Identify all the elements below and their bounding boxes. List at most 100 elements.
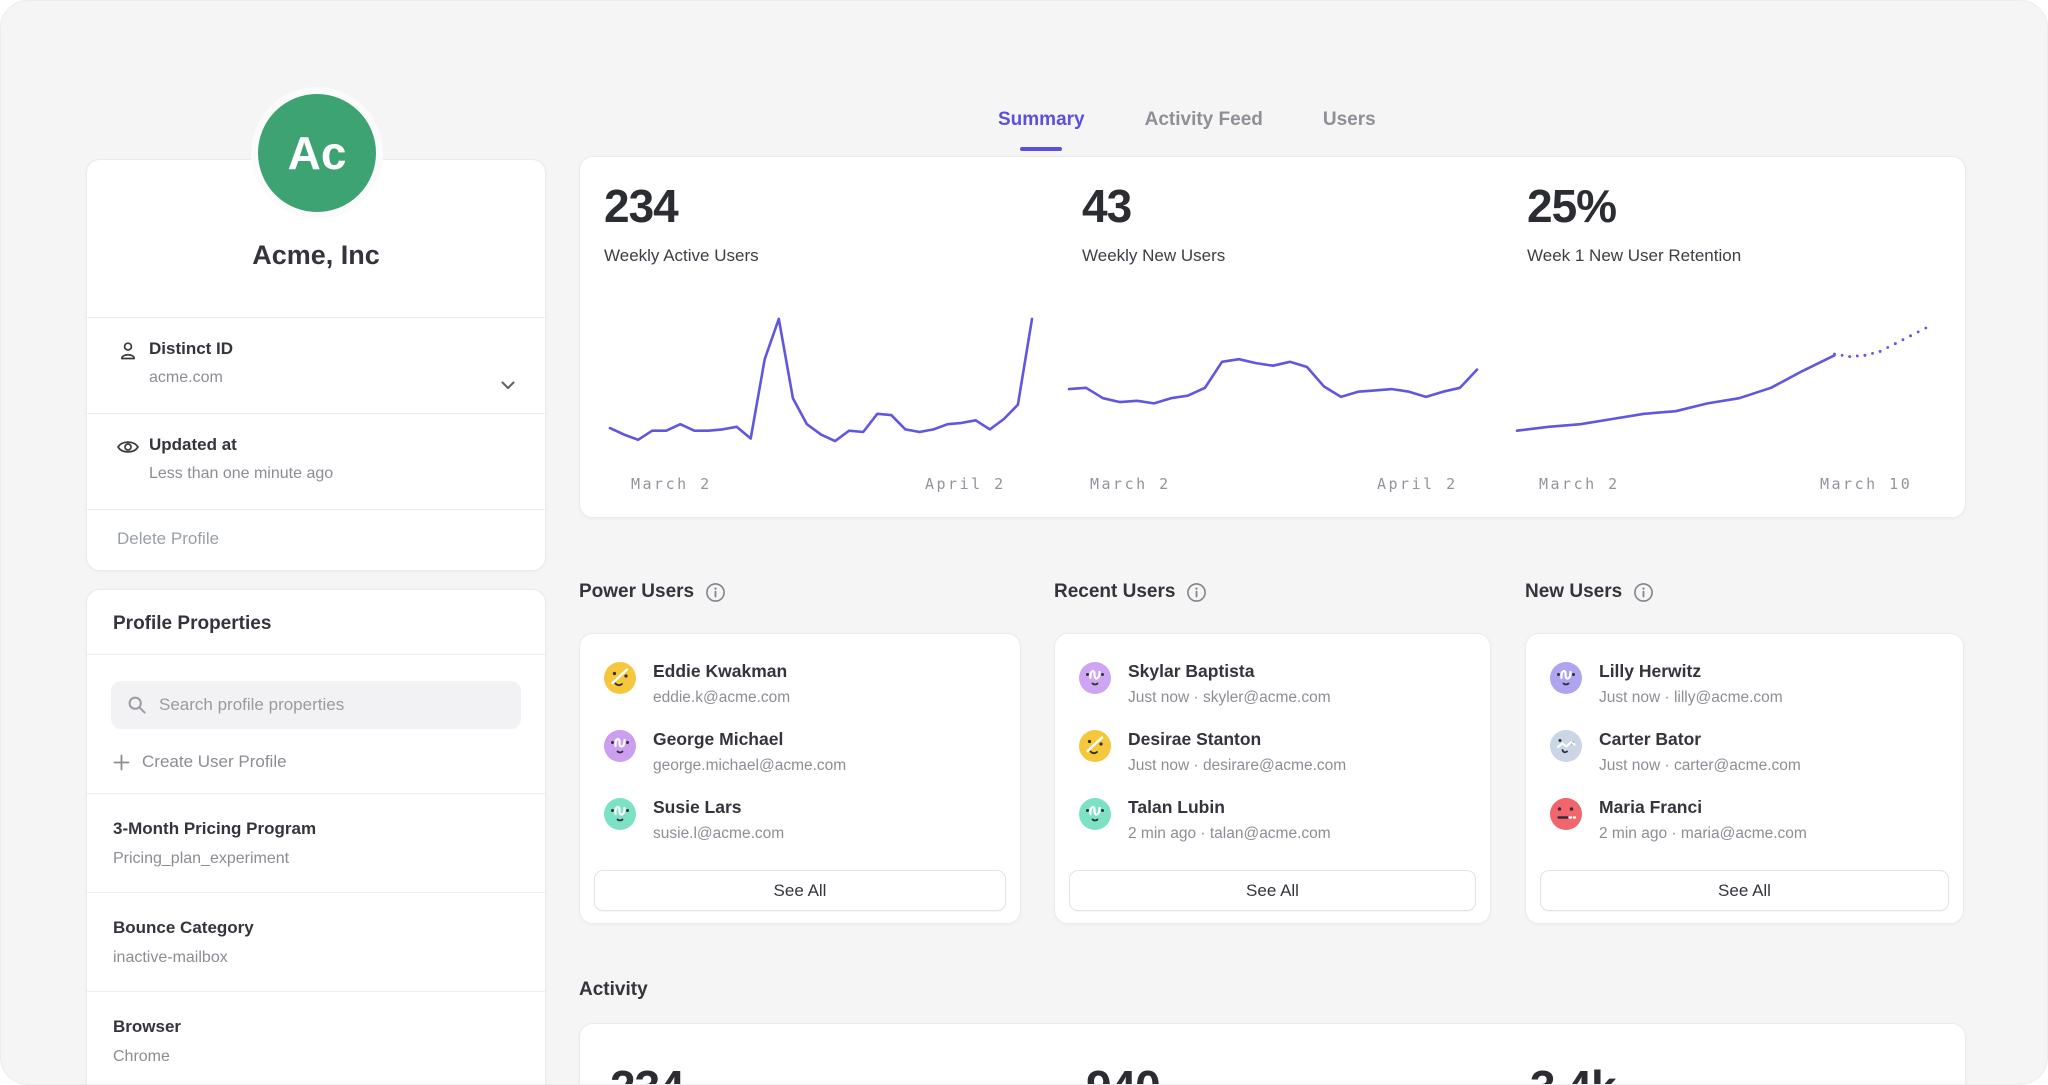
user-meta: Just now · lilly@acme.com (1599, 689, 1783, 707)
user-text: Carter Bator Just now · carter@acme.com (1599, 729, 1801, 775)
profile-card: Acme, Inc Distinct ID acme.com Updated a… (86, 159, 546, 571)
user-meta: Just now · desirare@acme.com (1128, 757, 1346, 775)
user-meta: susie.l@acme.com (653, 825, 784, 843)
user-list-item[interactable]: Maria Franci 2 min ago · maria@acme.com (1550, 797, 1939, 865)
user-text: Desirae Stanton Just now · desirare@acme… (1128, 729, 1346, 775)
user-text: Talan Lubin 2 min ago · talan@acme.com (1128, 797, 1331, 843)
user-text: Maria Franci 2 min ago · maria@acme.com (1599, 797, 1807, 843)
user-list-item[interactable]: Desirae Stanton Just now · desirare@acme… (1079, 729, 1466, 797)
user-name: Lilly Herwitz (1599, 661, 1783, 682)
user-avatar-icon (1079, 798, 1111, 830)
weekly-active-users-chart (610, 309, 1032, 449)
distinct-id-value: acme.com (149, 369, 515, 387)
user-list-card: Eddie Kwakman eddie.k@acme.com George Mi… (579, 633, 1021, 924)
stat-label: Week 1 New User Retention (1527, 246, 1741, 266)
tab-summary[interactable]: Summary (998, 109, 1085, 151)
user-list-item[interactable]: Skylar Baptista Just now · skyler@acme.c… (1079, 661, 1466, 729)
profile-properties-search[interactable] (111, 681, 521, 729)
stat-week1-retention: 25% Week 1 New User Retention (1527, 183, 1741, 266)
section-title-row: New Users (1525, 579, 1964, 605)
section-title: Recent Users (1054, 581, 1175, 603)
stat-weekly-new-users: 43 Weekly New Users (1082, 183, 1225, 266)
section-title-row: Power Users (579, 579, 1021, 605)
profile-dashboard: Ac Acme, Inc Distinct ID acme.com Update… (0, 0, 2048, 1085)
summary-stats-card: 234 Weekly Active Users 43 Weekly New Us… (579, 156, 1966, 518)
info-icon[interactable] (705, 582, 726, 603)
property-value: Chrome (113, 1048, 519, 1066)
see-all-button[interactable]: See All (594, 870, 1006, 911)
property-list: 3-Month Pricing Program Pricing_plan_exp… (87, 793, 545, 1085)
user-avatar-icon (1079, 662, 1111, 694)
property-label: Browser (113, 1017, 519, 1037)
delete-profile-button[interactable]: Delete Profile (87, 509, 545, 570)
user-list-item[interactable]: Talan Lubin 2 min ago · talan@acme.com (1079, 797, 1466, 865)
user-list-card: Skylar Baptista Just now · skyler@acme.c… (1054, 633, 1491, 924)
user-list-item[interactable]: George Michael george.michael@acme.com (604, 729, 996, 797)
stat-label: Weekly Active Users (604, 246, 759, 266)
see-all-button[interactable]: See All (1069, 870, 1476, 911)
user-text: Eddie Kwakman eddie.k@acme.com (653, 661, 790, 707)
stat-value: 234 (604, 183, 759, 229)
user-name: Eddie Kwakman (653, 661, 790, 682)
property-item[interactable]: Browser Chrome (87, 991, 545, 1085)
user-name: George Michael (653, 729, 846, 750)
stat-weekly-active-users: 234 Weekly Active Users (604, 183, 759, 266)
create-user-profile-button[interactable]: Create User Profile (113, 752, 519, 772)
user-meta: Just now · carter@acme.com (1599, 757, 1801, 775)
user-name: Skylar Baptista (1128, 661, 1331, 682)
user-name: Carter Bator (1599, 729, 1801, 750)
user-text: Skylar Baptista Just now · skyler@acme.c… (1128, 661, 1331, 707)
section-title: New Users (1525, 581, 1622, 603)
x-tick: March 2 (1090, 475, 1171, 493)
weekly-new-users-chart (1069, 309, 1477, 449)
user-meta: eddie.k@acme.com (653, 689, 790, 707)
user-text: George Michael george.michael@acme.com (653, 729, 846, 775)
user-avatar-icon (604, 662, 636, 694)
user-text: Lilly Herwitz Just now · lilly@acme.com (1599, 661, 1783, 707)
user-avatar-icon (1550, 730, 1582, 762)
stat-value: 43 (1082, 183, 1225, 229)
activity-stat: 940 (1086, 1064, 1160, 1085)
user-list-card: Lilly Herwitz Just now · lilly@acme.com … (1525, 633, 1964, 924)
user-list-item[interactable]: Carter Bator Just now · carter@acme.com (1550, 729, 1939, 797)
person-icon (115, 338, 141, 364)
user-list: Lilly Herwitz Just now · lilly@acme.com … (1526, 634, 1963, 865)
chevron-down-icon[interactable] (497, 374, 519, 396)
section-title-row: Recent Users (1054, 579, 1491, 605)
search-input[interactable] (111, 681, 521, 729)
user-meta: george.michael@acme.com (653, 757, 846, 775)
property-value: Pricing_plan_experiment (113, 850, 519, 868)
new-users-section: New Users Lilly Herwitz Just now · lilly… (1525, 579, 1964, 924)
x-tick: March 2 (1539, 475, 1620, 493)
distinct-id-row: Distinct ID acme.com (87, 317, 545, 413)
org-avatar: Ac (251, 87, 383, 219)
user-name: Desirae Stanton (1128, 729, 1346, 750)
tab-activity-feed[interactable]: Activity Feed (1145, 109, 1263, 151)
user-meta: Just now · skyler@acme.com (1128, 689, 1331, 707)
activity-card: 234 940 3.4k (579, 1023, 1966, 1085)
plus-icon (113, 754, 130, 771)
eye-icon (115, 434, 141, 460)
property-item[interactable]: 3-Month Pricing Program Pricing_plan_exp… (87, 793, 545, 892)
info-icon[interactable] (1186, 582, 1207, 603)
user-avatar-icon (1550, 662, 1582, 694)
tab-users[interactable]: Users (1323, 109, 1376, 151)
x-tick: March 10 (1820, 475, 1912, 493)
x-tick: April 2 (1377, 475, 1458, 493)
user-list-item[interactable]: Lilly Herwitz Just now · lilly@acme.com (1550, 661, 1939, 729)
info-icon[interactable] (1633, 582, 1654, 603)
user-text: Susie Lars susie.l@acme.com (653, 797, 784, 843)
updated-at-row: Updated at Less than one minute ago (87, 413, 545, 509)
user-avatar-icon (604, 798, 636, 830)
property-value: inactive-mailbox (113, 949, 519, 967)
property-label: Bounce Category (113, 918, 519, 938)
profile-tabs: Summary Activity Feed Users (998, 109, 1376, 151)
profile-properties-title: Profile Properties (87, 590, 545, 655)
property-item[interactable]: Bounce Category inactive-mailbox (87, 892, 545, 991)
updated-at-value: Less than one minute ago (149, 465, 515, 483)
user-list-item[interactable]: Susie Lars susie.l@acme.com (604, 797, 996, 865)
property-label: 3-Month Pricing Program (113, 819, 519, 839)
section-title: Power Users (579, 581, 694, 603)
user-list-item[interactable]: Eddie Kwakman eddie.k@acme.com (604, 661, 996, 729)
see-all-button[interactable]: See All (1540, 870, 1949, 911)
